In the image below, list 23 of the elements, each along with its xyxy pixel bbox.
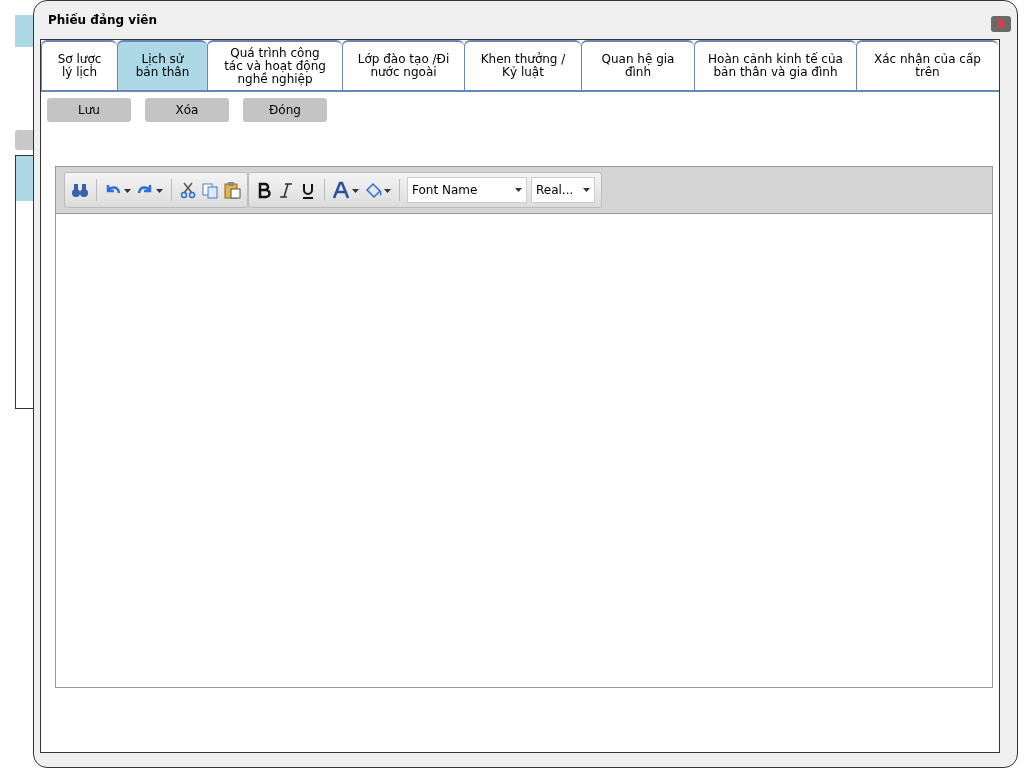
window-title: Phiếu đảng viên [48,13,157,27]
paint-bucket-icon[interactable] [364,181,392,199]
paste-icon[interactable] [223,181,241,199]
tab[interactable]: Xác nhận của cấp trên [856,40,998,90]
tab[interactable]: Quan hệ gia đình [581,40,694,90]
tab[interactable]: Lịch sử bản thân [117,40,207,90]
tab[interactable]: Hoàn cảnh kinh tế của bản thân và gia đình [694,40,856,90]
italic-icon[interactable] [277,181,295,199]
tab[interactable]: Khen thưởng / Kỷ luật [464,40,581,90]
tab[interactable]: Sơ lược lý lịch [41,40,117,90]
caret-icon [515,188,522,192]
scissors-icon[interactable] [179,181,197,199]
action-button[interactable]: Xóa [145,98,229,122]
text-color-icon[interactable] [332,181,360,199]
binoculars-icon[interactable] [71,181,89,199]
copy-icon[interactable] [201,181,219,199]
font-size-dropdown[interactable]: Real... [531,177,595,203]
action-button[interactable]: Đóng [243,98,327,122]
caret-icon [583,188,590,192]
action-button[interactable]: Lưu [47,98,131,122]
font-name-dropdown[interactable]: Font Name [407,177,527,203]
tab[interactable]: Lớp đào tạo /Đi nước ngoài [342,40,464,90]
tab[interactable]: Quá trình công tác và hoạt động nghề nghiệp [207,40,342,90]
